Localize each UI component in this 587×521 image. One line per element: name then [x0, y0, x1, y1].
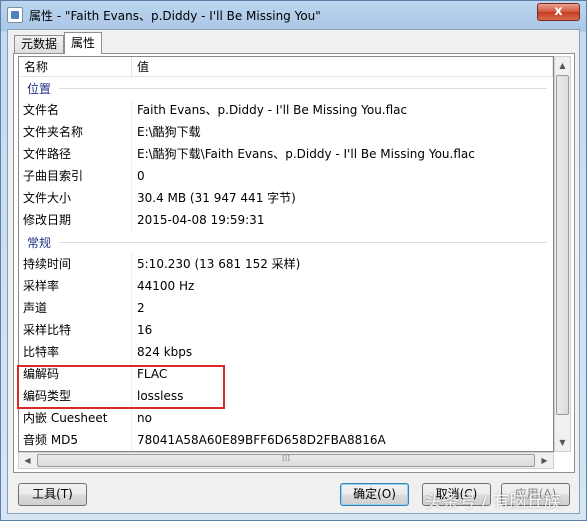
tab-bar: 元数据 属性 [14, 32, 103, 54]
close-button[interactable]: x [537, 3, 580, 21]
group-title: 位置 [27, 81, 52, 96]
property-value: 2 [137, 301, 145, 315]
property-name: 文件路径 [19, 143, 132, 165]
watermark-text: 头条号 / 有脑丘族 [425, 492, 561, 512]
dialog-body: 元数据 属性 名称 值 位置文件名 Faith Evans、p.Diddy - I… [7, 29, 580, 514]
list-item[interactable]: 内嵌 Cuesheet no [19, 407, 553, 429]
horizontal-scrollbar[interactable]: ◀ ⁞⁞⁞ ▶ [18, 452, 554, 469]
list-item[interactable]: 文件大小 30.4 MB (31 947 441 字节) [19, 187, 553, 209]
list-item[interactable]: 文件夹名称 E:\酷狗下载 [19, 121, 553, 143]
vertical-scroll-thumb[interactable] [556, 75, 569, 415]
group-header: 常规 [19, 231, 553, 253]
property-name: 内嵌 Cuesheet [19, 407, 132, 429]
property-name: 修改日期 [19, 209, 132, 231]
window-title: 属性 - "Faith Evans、p.Diddy - I'll Be Miss… [29, 8, 321, 23]
list-header: 名称 值 [19, 57, 553, 77]
property-name: 文件大小 [19, 187, 132, 209]
group-divider [59, 87, 547, 89]
property-name: 采样比特 [19, 319, 132, 341]
property-name: 比特率 [19, 341, 132, 363]
property-name: 音频 MD5 [19, 429, 132, 451]
list-item[interactable]: 文件名 Faith Evans、p.Diddy - I'll Be Missing… [19, 99, 553, 121]
property-value: Faith Evans、p.Diddy - I'll Be Missing Yo… [137, 103, 408, 117]
scroll-down-icon[interactable]: ▼ [555, 434, 570, 451]
property-value: 30.4 MB (31 947 441 字节) [137, 191, 296, 205]
ok-button[interactable]: 确定(O) [340, 483, 409, 506]
list-item[interactable]: 文件路径 E:\酷狗下载\Faith Evans、p.Diddy - I'll B… [19, 143, 553, 165]
property-value: 2015-04-08 19:59:31 [137, 213, 265, 227]
list-item[interactable]: 声道 2 [19, 297, 553, 319]
property-name: 文件名 [19, 99, 132, 121]
list-item[interactable]: 比特率 824 kbps [19, 341, 553, 363]
app-icon [7, 7, 23, 23]
group-divider [59, 241, 547, 243]
property-value: 0 [137, 169, 145, 183]
property-value: no [137, 411, 152, 425]
group-title: 常规 [27, 235, 52, 250]
column-header-value[interactable]: 值 [132, 57, 553, 77]
property-value: 16 [137, 323, 153, 337]
title-bar[interactable]: 属性 - "Faith Evans、p.Diddy - I'll Be Miss… [1, 1, 586, 29]
annotation-highlight-box [17, 365, 225, 409]
list-item[interactable]: 音频 MD5 78041A58A60E89BFF6D658D2FBA8816A [19, 429, 553, 451]
vertical-scrollbar[interactable]: ▲ ▼ [554, 56, 571, 452]
list-item[interactable]: 采样比特 16 [19, 319, 553, 341]
properties-page: 名称 值 位置文件名 Faith Evans、p.Diddy - I'll Be … [13, 53, 575, 473]
scroll-right-icon[interactable]: ▶ [536, 453, 553, 468]
list-item[interactable]: 采样率 44100 Hz [19, 275, 553, 297]
property-value: 5:10.230 (13 681 152 采样) [137, 257, 301, 271]
property-value: 78041A58A60E89BFF6D658D2FBA8816A [137, 433, 386, 447]
list-item[interactable]: 持续时间 5:10.230 (13 681 152 采样) [19, 253, 553, 275]
properties-window: 属性 - "Faith Evans、p.Diddy - I'll Be Miss… [0, 0, 587, 521]
list-item[interactable]: 子曲目索引 0 [19, 165, 553, 187]
tab-metadata[interactable]: 元数据 [14, 35, 65, 54]
property-name: 声道 [19, 297, 132, 319]
property-value: E:\酷狗下载\Faith Evans、p.Diddy - I'll Be Mi… [137, 147, 475, 161]
property-name: 文件夹名称 [19, 121, 132, 143]
property-name: 采样率 [19, 275, 132, 297]
scroll-left-icon[interactable]: ◀ [19, 453, 36, 468]
property-value: E:\酷狗下载 [137, 125, 201, 139]
property-name: 持续时间 [19, 253, 132, 275]
group-header: 位置 [19, 77, 553, 99]
property-name: 子曲目索引 [19, 165, 132, 187]
tools-button[interactable]: 工具(T) [18, 483, 87, 506]
list-item[interactable]: 修改日期 2015-04-08 19:59:31 [19, 209, 553, 231]
column-header-name[interactable]: 名称 [19, 57, 132, 77]
horizontal-scroll-thumb[interactable]: ⁞⁞⁞ [37, 454, 535, 467]
scroll-up-icon[interactable]: ▲ [555, 57, 570, 74]
property-value: 824 kbps [137, 345, 193, 359]
property-value: 44100 Hz [137, 279, 195, 293]
tab-properties[interactable]: 属性 [64, 32, 103, 54]
